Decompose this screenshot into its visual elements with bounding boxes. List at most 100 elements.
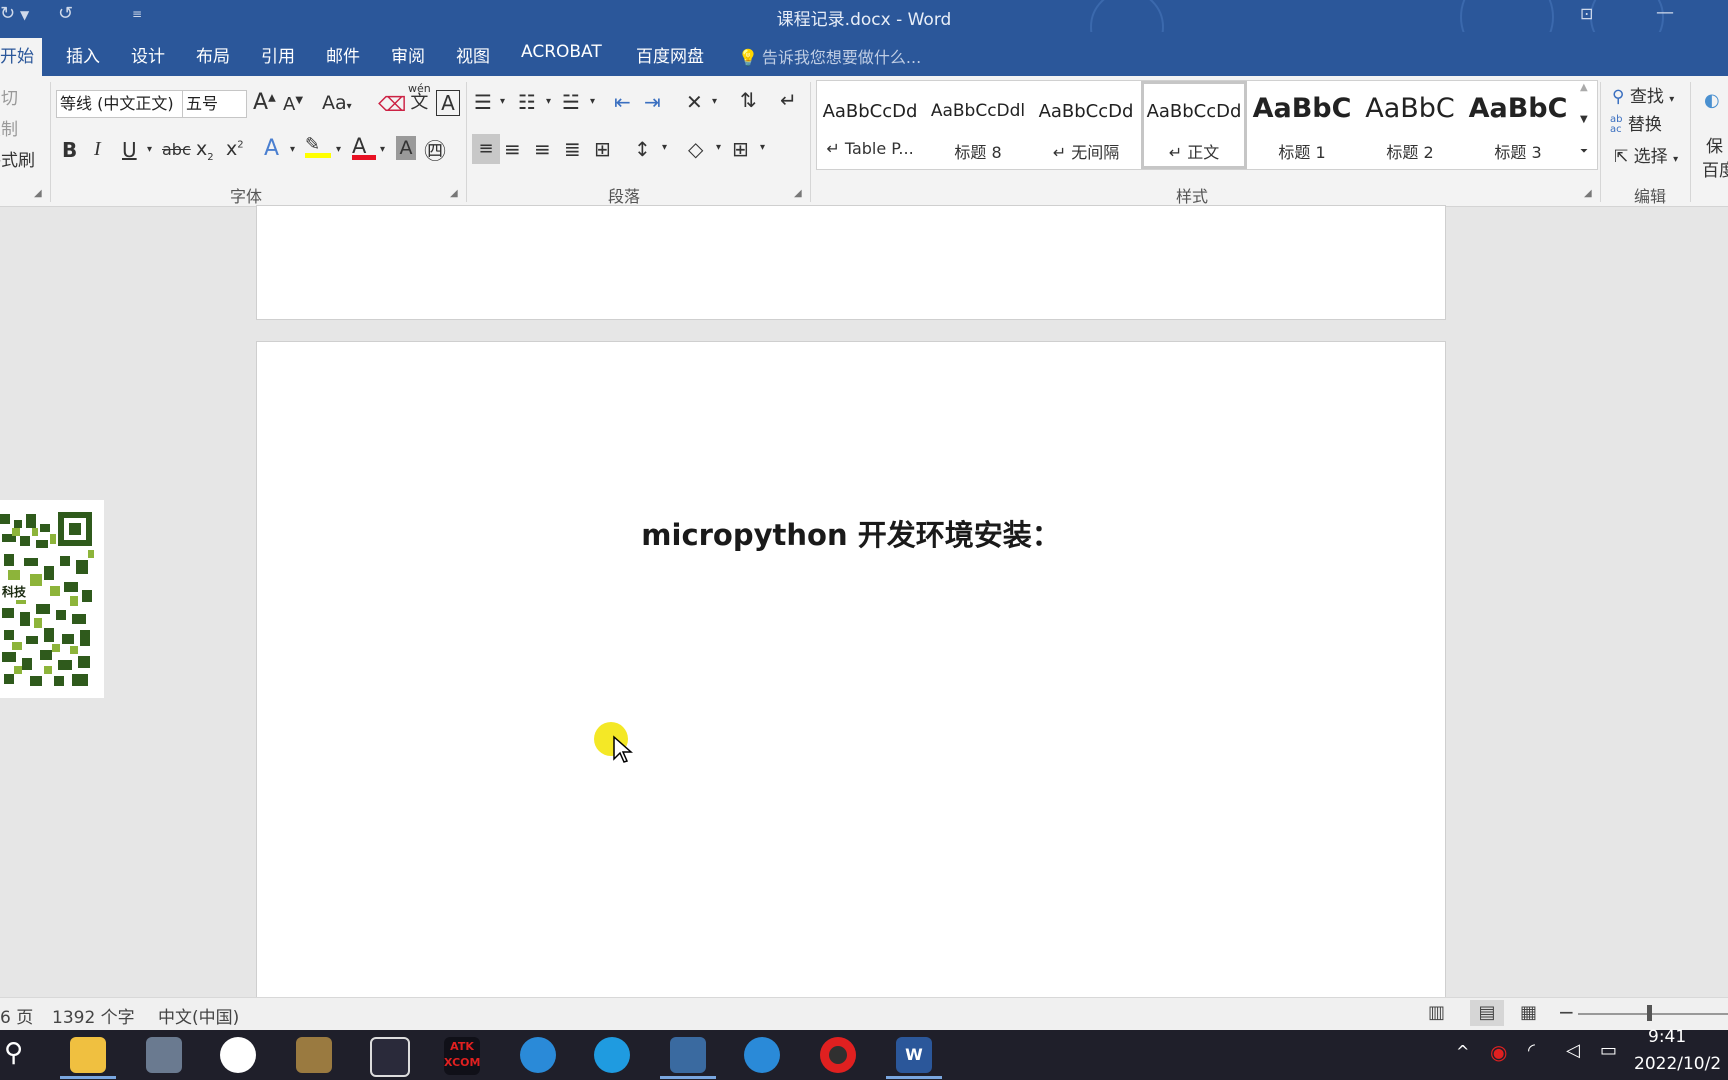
clear-formatting-icon[interactable]: ⌫ (378, 92, 406, 116)
text-effects-button[interactable]: A (264, 136, 279, 161)
baidu-save-icon[interactable]: ◐ (1704, 90, 1720, 111)
paragraph-launcher-icon[interactable]: ◢ (794, 188, 802, 199)
bullets-icon[interactable]: ☰ (474, 90, 492, 114)
numbering-dropdown-icon[interactable]: ▾ (546, 96, 551, 107)
save-to-baidu-label-2[interactable]: 百度 (1702, 156, 1728, 181)
tab-baidu-netdisk[interactable]: 百度网盘 (636, 42, 704, 67)
highlight-dropdown-icon[interactable]: ▾ (336, 144, 341, 155)
network-tool-icon[interactable] (370, 1037, 410, 1077)
numbering-icon[interactable]: ☷ (518, 90, 536, 114)
font-color-button[interactable]: A (352, 134, 376, 160)
file-explorer-icon[interactable] (70, 1037, 106, 1073)
align-left-button[interactable]: ≡ (472, 134, 500, 164)
gallery-up-icon[interactable]: ▲ (1580, 82, 1588, 93)
language-indicator[interactable]: 中文(中国) (158, 1003, 239, 1028)
phonetic-guide-button[interactable]: wén 文 (408, 82, 431, 112)
gallery-more-icon[interactable]: ⏷ (1580, 146, 1588, 157)
save-to-baidu-label[interactable]: 保 (1706, 132, 1723, 157)
print-layout-icon[interactable]: ▤ (1470, 1000, 1504, 1026)
app-ai-icon[interactable] (220, 1037, 256, 1073)
tab-layout[interactable]: 布局 (196, 42, 230, 67)
strikethrough-button[interactable]: abc (162, 140, 191, 159)
styles-launcher-icon[interactable]: ◢ (1584, 188, 1592, 199)
character-shading-button[interactable]: A (396, 136, 416, 160)
tab-insert[interactable]: 插入 (66, 42, 100, 67)
style-table-p[interactable]: AaBbCcDd ↵ Table P... (817, 81, 923, 169)
gallery-down-icon[interactable]: ▼ (1580, 114, 1588, 125)
tab-design[interactable]: 设计 (131, 42, 165, 67)
font-size-combo[interactable]: 五号 (182, 90, 247, 118)
align-center-button[interactable]: ≡ (504, 134, 521, 164)
bullets-dropdown-icon[interactable]: ▾ (500, 96, 505, 107)
line-spacing-icon[interactable]: ↕ (634, 134, 651, 164)
select-button[interactable]: ⇱ 选择 ▾ (1614, 142, 1678, 167)
atk-xcom-icon[interactable]: ATK XCOM (444, 1037, 480, 1075)
zoom-slider-thumb[interactable] (1647, 1005, 1652, 1021)
find-button[interactable]: ⚲ 查找 ▾ (1612, 82, 1674, 107)
style-normal[interactable]: AaBbCcDd ↵ 正文 (1141, 81, 1247, 169)
clock-date[interactable]: 2022/10/2 (1634, 1054, 1721, 1074)
ribbon-display-icon[interactable]: ⊡ (1580, 4, 1593, 23)
text-effects-dropdown-icon[interactable]: ▾ (290, 144, 295, 155)
volume-icon[interactable]: ◁ (1566, 1040, 1580, 1061)
underline-dropdown-icon[interactable]: ▾ (147, 144, 152, 155)
line-spacing-dropdown-icon[interactable]: ▾ (662, 142, 667, 153)
superscript-button[interactable]: x2 (226, 138, 244, 160)
style-no-spacing[interactable]: AaBbCcDd ↵ 无间隔 (1033, 81, 1139, 169)
cut-button[interactable]: 剪切 (0, 84, 18, 109)
minimize-icon[interactable]: — (1656, 2, 1674, 23)
format-painter-button[interactable]: 格式刷 (0, 146, 35, 171)
style-heading-1[interactable]: AaBbC 标题 1 (1249, 81, 1355, 169)
tab-references[interactable]: 引用 (261, 42, 295, 67)
style-heading-2[interactable]: AaBbC 标题 2 (1357, 81, 1463, 169)
previous-page[interactable] (256, 205, 1446, 320)
clock-time[interactable]: 9:41 (1648, 1027, 1686, 1047)
screen-recorder-icon[interactable] (820, 1037, 856, 1073)
settings-gear-icon-2[interactable] (744, 1037, 780, 1073)
show-marks-icon[interactable]: ↵ (780, 88, 797, 112)
increase-indent-icon[interactable]: ⇥ (644, 90, 661, 114)
zoom-slider[interactable] (1578, 1013, 1728, 1015)
bird-app-icon[interactable] (670, 1037, 706, 1073)
shading-dropdown-icon[interactable]: ▾ (716, 142, 721, 153)
borders-dropdown-icon[interactable]: ▾ (760, 142, 765, 153)
text-direction-icon[interactable]: ✕ (686, 90, 703, 114)
text-direction-dropdown-icon[interactable]: ▾ (712, 96, 717, 107)
zoom-out-button[interactable]: − (1558, 1000, 1575, 1024)
tab-home[interactable]: 开始 (0, 38, 42, 76)
show-hidden-icons-icon[interactable]: ^ (1456, 1042, 1469, 1061)
change-case-button[interactable]: Aa▾ (322, 92, 352, 114)
calculator-icon[interactable] (146, 1037, 182, 1073)
word-app-icon[interactable]: W (896, 1037, 932, 1073)
keys-icon[interactable] (296, 1037, 332, 1073)
underline-button[interactable]: U (122, 138, 137, 162)
document-heading[interactable]: micropython 开发环境安装： (257, 512, 1445, 554)
enclose-characters-icon[interactable]: ㊃ (424, 134, 446, 166)
multilevel-dropdown-icon[interactable]: ▾ (590, 96, 595, 107)
web-layout-icon[interactable]: ▦ (1520, 1002, 1537, 1023)
wifi-icon[interactable]: ◜ (1528, 1040, 1535, 1061)
clipboard-launcher-icon[interactable]: ◢ (34, 188, 42, 199)
borders-icon[interactable]: ⊞ (732, 134, 749, 164)
multilevel-list-icon[interactable]: ☱ (562, 90, 580, 114)
recording-tray-icon[interactable]: ◉ (1490, 1040, 1507, 1064)
align-right-button[interactable]: ≡ (534, 134, 551, 164)
tab-acrobat[interactable]: ACROBAT (521, 42, 602, 62)
subscript-button[interactable]: x2 (196, 138, 214, 163)
word-count[interactable]: 1392 个字 (52, 1003, 135, 1028)
copy-button[interactable]: 复制 (0, 115, 18, 140)
font-color-dropdown-icon[interactable]: ▾ (380, 144, 385, 155)
search-icon[interactable]: ⚲ (4, 1038, 23, 1068)
distributed-align-button[interactable]: ⊞ (594, 134, 611, 164)
font-family-combo[interactable]: 等线 (中文正文) (56, 90, 183, 118)
edge-browser-icon[interactable] (594, 1037, 630, 1073)
font-launcher-icon[interactable]: ◢ (450, 188, 458, 199)
tab-view[interactable]: 视图 (456, 42, 490, 67)
tab-mailings[interactable]: 邮件 (326, 42, 360, 67)
highlight-button[interactable]: ✎ (305, 134, 331, 158)
bold-button[interactable]: B (62, 138, 77, 162)
shading-bucket-icon[interactable]: ◇ (688, 134, 703, 164)
style-heading-3[interactable]: AaBbC 标题 3 (1465, 81, 1571, 169)
italic-button[interactable]: I (94, 138, 101, 161)
battery-icon[interactable]: ▭ (1600, 1040, 1617, 1061)
